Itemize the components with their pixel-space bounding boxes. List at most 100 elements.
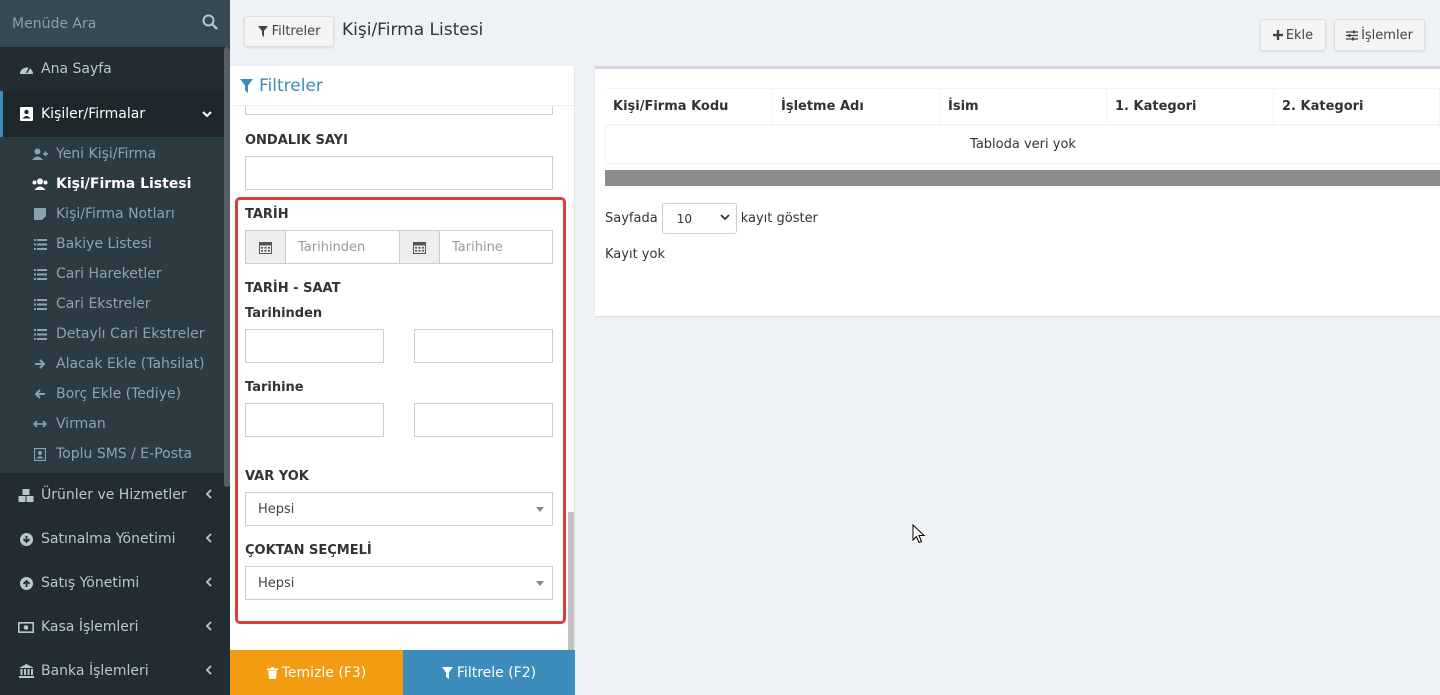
sidebar-item-label: Satış Yönetimi: [41, 575, 140, 591]
datetime-to-date-input[interactable]: [245, 403, 384, 437]
chevron-left-icon: [205, 620, 212, 634]
datetime-from-label: Tarihinden: [245, 306, 323, 321]
mouse-cursor-icon: [912, 523, 926, 544]
filter-icon: [240, 78, 253, 93]
sidebar-subitem-label: Toplu SMS / E-Posta: [56, 446, 193, 462]
calendar-icon[interactable]: [245, 230, 286, 264]
sidebar-subitem-cari-hareketler[interactable]: Cari Hareketler: [0, 259, 230, 289]
sidebar-subitem-toplu-sms[interactable]: Toplu SMS / E-Posta: [0, 439, 230, 469]
arrow-right-icon: [32, 358, 48, 370]
sidebar-subitem-label: Borç Ekle (Tediye): [56, 386, 182, 402]
sidebar-subitem-cari-ekstreler[interactable]: Cari Ekstreler: [0, 289, 230, 319]
user-plus-icon: [32, 148, 48, 161]
content-header: Filtreler Kişi/Firma Listesi Ekle İşleml…: [230, 0, 1440, 66]
datetime-from-time-input[interactable]: [414, 329, 553, 363]
add-button[interactable]: Ekle: [1260, 19, 1326, 51]
sidebar-item-banka[interactable]: Banka İşlemleri: [0, 649, 230, 693]
sidebar-subitem-label: Virman: [56, 416, 106, 432]
page-length-select[interactable]: 10: [661, 203, 737, 234]
sidebar-subitem-kisi-firma-listesi[interactable]: Kişi/Firma Listesi: [0, 169, 230, 199]
table-info: Kayıt yok: [605, 247, 665, 262]
page-length-control: Sayfada 10 kayıt göster: [605, 203, 818, 234]
clear-filters-label: Temizle (F3): [281, 664, 367, 681]
sidebar-item-label: Ürünler ve Hizmetler: [41, 487, 187, 503]
chevron-down-icon: [720, 211, 730, 224]
filter-icon: [441, 666, 453, 679]
calendar-icon[interactable]: [399, 230, 440, 264]
sidebar-subitem-label: Detaylı Cari Ekstreler: [56, 326, 205, 342]
sidebar-item-urunler[interactable]: Ürünler ve Hizmetler: [0, 473, 230, 517]
sidebar-item-ana-sayfa[interactable]: Ana Sayfa: [0, 47, 230, 91]
datetime-from-date-input[interactable]: [245, 329, 384, 363]
sidebar-subitem-yeni-kisi[interactable]: Yeni Kişi/Firma: [0, 139, 230, 169]
sidebar-subitem-detayli-cari-ekstreler[interactable]: Detaylı Cari Ekstreler: [0, 319, 230, 349]
decimal-input[interactable]: [245, 156, 553, 190]
sticky-note-icon: [32, 208, 48, 220]
sidebar-item-kisiler-firmalar[interactable]: Kişiler/Firmalar: [0, 91, 230, 137]
sidebar-item-satis[interactable]: Satış Yönetimi: [0, 561, 230, 605]
sidebar-subitem-virman[interactable]: Virman: [0, 409, 230, 439]
arrow-left-icon: [32, 388, 48, 400]
cubes-icon: [18, 488, 34, 502]
dashboard-icon: [18, 63, 34, 76]
list-icon: [32, 298, 48, 310]
sidebar-subitem-kisi-firma-notlari[interactable]: Kişi/Firma Notları: [0, 199, 230, 229]
sidebar-subitem-alacak-ekle[interactable]: Alacak Ekle (Tahsilat): [0, 349, 230, 379]
caret-down-icon: [536, 507, 544, 512]
contact-icon: [32, 447, 48, 461]
multi-choice-label: ÇOKTAN SEÇMELİ: [245, 543, 372, 558]
search-icon[interactable]: [202, 14, 218, 34]
sidebar-item-label: Banka İşlemleri: [41, 663, 149, 679]
sidebar-subitem-bakiye-listesi[interactable]: Bakiye Listesi: [0, 229, 230, 259]
column-header-kategori-2[interactable]: 2. Kategori: [1274, 89, 1440, 124]
apply-filters-button[interactable]: Filtrele (F2): [403, 650, 575, 695]
page-length-value: 10: [676, 211, 692, 226]
multi-choice-select-value: Hepsi: [258, 575, 295, 591]
page-title: Kişi/Firma Listesi: [342, 20, 484, 40]
column-header-kod[interactable]: Kişi/Firma Kodu: [605, 89, 773, 124]
datetime-to-time-input[interactable]: [414, 403, 553, 437]
sidebar: Menüde Ara Ana Sayfa Kişiler/Firmalar Ye…: [0, 0, 230, 695]
multi-choice-select[interactable]: Hepsi: [245, 566, 553, 600]
list-icon: [32, 238, 48, 250]
column-header-kategori-1[interactable]: 1. Kategori: [1107, 89, 1274, 124]
upload-circle-icon: [18, 576, 34, 590]
filter-panel-title: Filtreler: [259, 75, 323, 96]
previous-field-input[interactable]: [245, 105, 553, 115]
sidebar-item-satinalma[interactable]: Satınalma Yönetimi: [0, 517, 230, 561]
sidebar-item-kasa[interactable]: Kasa İşlemleri: [0, 605, 230, 649]
list-icon: [32, 328, 48, 340]
operations-button[interactable]: İşlemler: [1334, 19, 1425, 51]
sidebar-subitem-label: Kişi/Firma Listesi: [56, 176, 192, 192]
sidebar-subitem-label: Cari Ekstreler: [56, 296, 151, 312]
bank-icon: [18, 664, 34, 678]
column-header-isim[interactable]: İsim: [940, 89, 1107, 124]
horizontal-scrollbar[interactable]: [605, 170, 1440, 186]
menu-search-input[interactable]: Menüde Ara: [12, 16, 96, 32]
clear-filters-button[interactable]: Temizle (F3): [230, 650, 403, 695]
plus-icon: [1272, 30, 1283, 40]
sidebar-item-label: Kasa İşlemleri: [41, 619, 139, 635]
date-from-input[interactable]: Tarihinden: [285, 230, 400, 264]
address-card-icon: [18, 107, 34, 121]
submenu-kisiler-firmalar: Yeni Kişi/Firma Kişi/Firma Listesi Kişi/…: [0, 137, 230, 473]
filters-toggle-button[interactable]: Filtreler: [244, 16, 334, 47]
varyok-select-value: Hepsi: [258, 501, 295, 517]
chevron-down-icon: [202, 107, 212, 121]
sidebar-subitem-label: Alacak Ekle (Tahsilat): [56, 356, 205, 372]
table-header: Kişi/Firma Kodu İşletme Adı İsim 1. Kate…: [605, 88, 1440, 126]
page-length-suffix: kayıt göster: [740, 211, 818, 226]
sidebar-subitem-label: Kişi/Firma Notları: [56, 206, 175, 222]
sidebar-subitem-borc-ekle[interactable]: Borç Ekle (Tediye): [0, 379, 230, 409]
chevron-left-icon: [205, 576, 212, 590]
decimal-label: ONDALIK SAYI: [245, 133, 348, 148]
menu-search[interactable]: Menüde Ara: [0, 0, 230, 47]
filter-panel-header: Filtreler: [230, 66, 574, 106]
date-to-input[interactable]: Tarihine: [439, 230, 553, 264]
filter-panel-scrollbar[interactable]: [568, 512, 574, 650]
download-circle-icon: [18, 532, 34, 546]
column-header-isletme[interactable]: İşletme Adı: [773, 89, 940, 124]
page-length-prefix: Sayfada: [605, 211, 658, 226]
varyok-select[interactable]: Hepsi: [245, 492, 553, 526]
datetime-label: TARİH - SAAT: [245, 281, 341, 296]
